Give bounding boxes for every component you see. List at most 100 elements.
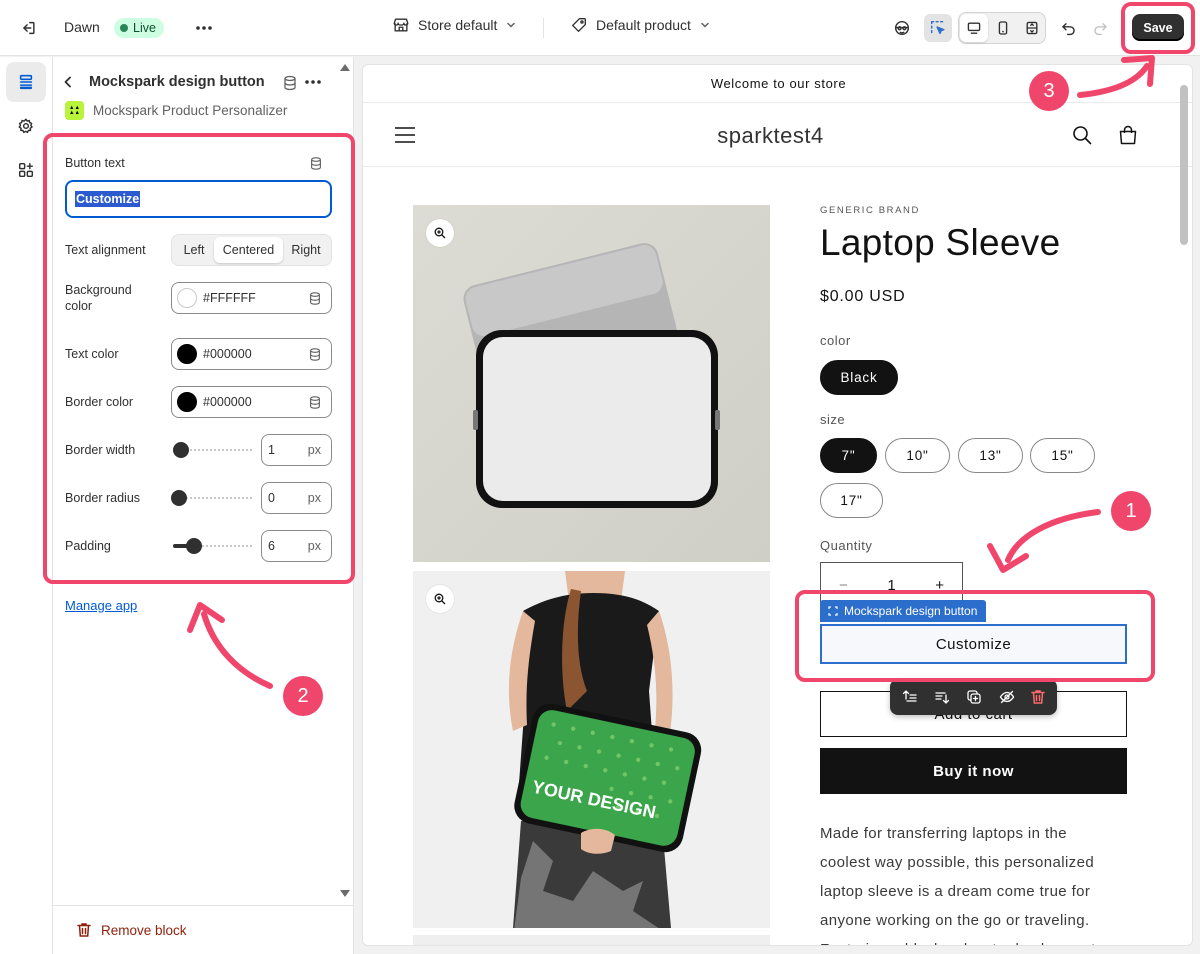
text-alignment-segmented: Left Centered Right xyxy=(171,234,332,266)
redo-button[interactable] xyxy=(1086,14,1114,42)
panel-scroll-up[interactable] xyxy=(340,64,350,71)
product-image-1[interactable] xyxy=(413,205,770,562)
panel-more-button[interactable] xyxy=(304,75,322,89)
text-color-label: Text color xyxy=(65,347,119,361)
remove-block-button[interactable]: Remove block xyxy=(77,922,187,938)
sections-nav-button[interactable] xyxy=(6,62,46,102)
size-pill-17[interactable]: 17" xyxy=(820,483,883,518)
dynamic-source-icon[interactable] xyxy=(309,156,323,171)
block-settings-panel: Mockspark design button ▲▲ ▲▲ Mockspark P… xyxy=(53,57,354,954)
size-pill-13[interactable]: 13" xyxy=(958,438,1023,473)
undo-button[interactable] xyxy=(1054,14,1082,42)
mobile-view-button[interactable] xyxy=(989,14,1017,42)
manage-app-link[interactable]: Manage app xyxy=(65,598,137,613)
duplicate-icon[interactable] xyxy=(966,689,982,705)
lifestyle-photo-illustration: YOUR DESIGN xyxy=(413,571,770,928)
preview-scrollbar[interactable] xyxy=(1180,85,1188,245)
text-color-swatch[interactable] xyxy=(177,344,197,364)
padding-input[interactable]: 6 px xyxy=(261,530,332,562)
size-pill-7[interactable]: 7" xyxy=(820,438,877,473)
store-context-select[interactable]: Store default xyxy=(392,16,517,34)
product-image-3-peek xyxy=(413,935,770,945)
align-right-option[interactable]: Right xyxy=(283,237,329,263)
move-up-icon[interactable] xyxy=(902,689,918,705)
background-color-swatch[interactable] xyxy=(177,288,197,308)
cart-icon[interactable] xyxy=(1117,124,1139,146)
inspector-icon xyxy=(930,20,945,35)
padding-thumb[interactable] xyxy=(186,538,202,554)
border-color-field[interactable]: #000000 xyxy=(171,386,332,418)
ellipsis-icon xyxy=(305,80,321,84)
text-color-field[interactable]: #000000 xyxy=(171,338,332,370)
search-icon[interactable] xyxy=(1072,125,1092,145)
buy-now-button[interactable]: Buy it now xyxy=(820,748,1127,794)
editor-nav-rail xyxy=(0,57,53,954)
customize-button[interactable]: Customize xyxy=(820,624,1127,664)
border-radius-thumb[interactable] xyxy=(171,490,187,506)
hide-icon[interactable] xyxy=(999,689,1015,705)
zoom-icon xyxy=(434,227,446,239)
trash-icon xyxy=(77,923,91,937)
panel-scroll-down[interactable] xyxy=(340,890,350,897)
desktop-view-button[interactable] xyxy=(960,14,988,42)
border-radius-control: 0 px xyxy=(171,482,332,514)
button-text-input[interactable]: Customize xyxy=(65,180,332,218)
border-radius-label: Border radius xyxy=(65,491,141,505)
device-view-toggle xyxy=(958,12,1046,44)
product-context-select[interactable]: Default product xyxy=(570,16,711,34)
app-name: Mockspark Product Personalizer xyxy=(93,103,288,118)
block-toolbar xyxy=(890,679,1057,715)
topbar-divider xyxy=(543,18,544,38)
selected-block-tag[interactable]: Mockspark design button xyxy=(820,600,987,622)
padding-value: 6 xyxy=(268,539,275,553)
fullscreen-view-button[interactable] xyxy=(1018,14,1046,42)
border-width-thumb[interactable] xyxy=(173,442,189,458)
product-title: Laptop Sleeve xyxy=(820,222,1061,263)
trash-icon[interactable] xyxy=(1031,689,1045,705)
background-color-value: #FFFFFF xyxy=(203,291,256,305)
dynamic-source-icon[interactable] xyxy=(308,347,322,362)
quantity-value[interactable]: 1 xyxy=(887,577,895,594)
theme-actions-button[interactable] xyxy=(190,14,218,42)
border-color-value: #000000 xyxy=(203,395,252,409)
product-vendor: GENERIC BRAND xyxy=(820,205,920,216)
tag-icon xyxy=(572,18,586,32)
store-name[interactable]: sparktest4 xyxy=(363,123,1178,149)
size-pill-15[interactable]: 15" xyxy=(1030,438,1095,473)
border-width-value: 1 xyxy=(268,443,275,457)
ai-icon xyxy=(894,20,910,36)
inspector-toggle-button[interactable] xyxy=(924,14,952,42)
fullscreen-icon xyxy=(1026,21,1038,35)
dynamic-source-icon[interactable] xyxy=(308,291,322,306)
border-radius-input[interactable]: 0 px xyxy=(261,482,332,514)
align-centered-option[interactable]: Centered xyxy=(214,237,283,263)
zoom-button[interactable] xyxy=(426,219,454,247)
color-pill-black[interactable]: Black xyxy=(820,360,898,395)
align-left-option[interactable]: Left xyxy=(174,237,214,263)
border-width-input[interactable]: 1 px xyxy=(261,434,332,466)
dynamic-source-icon[interactable] xyxy=(282,75,298,91)
quantity-decrease-button[interactable]: − xyxy=(839,577,848,594)
store-icon xyxy=(393,18,409,32)
border-color-label: Border color xyxy=(65,395,134,409)
product-price: $0.00 USD xyxy=(820,288,906,305)
laptop-sleeve-illustration xyxy=(413,205,770,562)
exit-button[interactable] xyxy=(14,14,42,42)
storefront-preview: Welcome to our store sparktest4 YOUR DES… xyxy=(362,64,1193,946)
border-width-label: Border width xyxy=(65,443,136,457)
size-pill-10[interactable]: 10" xyxy=(885,438,950,473)
zoom-button[interactable] xyxy=(426,585,454,613)
ai-assistant-button[interactable] xyxy=(888,14,916,42)
product-image-2[interactable]: YOUR DESIGN xyxy=(413,571,770,928)
dynamic-source-icon[interactable] xyxy=(308,395,322,410)
live-badge: Live xyxy=(114,18,164,38)
apps-nav-button[interactable] xyxy=(6,150,46,190)
background-color-field[interactable]: #FFFFFF xyxy=(171,282,332,314)
back-button[interactable] xyxy=(63,72,79,92)
move-down-icon[interactable] xyxy=(934,689,950,705)
theme-settings-nav-button[interactable] xyxy=(6,106,46,146)
border-color-swatch[interactable] xyxy=(177,392,197,412)
quantity-increase-button[interactable]: + xyxy=(935,577,944,594)
chevron-down-icon xyxy=(507,22,516,28)
save-button[interactable]: Save xyxy=(1132,14,1184,41)
